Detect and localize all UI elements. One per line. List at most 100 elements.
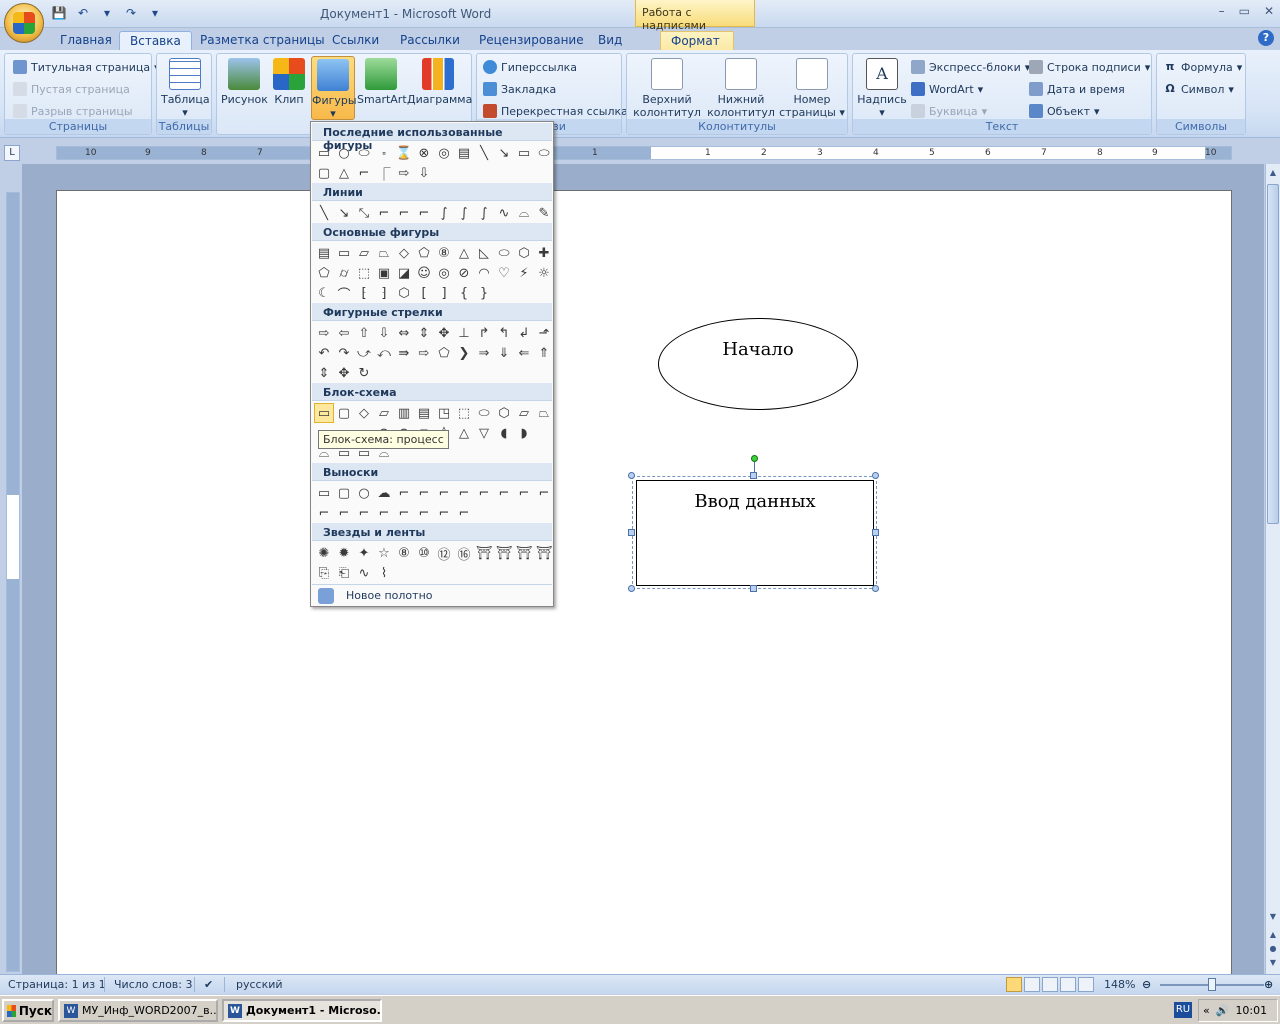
draft-view-icon[interactable] bbox=[1078, 977, 1094, 992]
symbol-button[interactable]: Ω Символ ▾ bbox=[1163, 80, 1234, 98]
shape-option-icon[interactable]: ❯ bbox=[454, 343, 474, 363]
shape-option-icon[interactable]: ⬡ bbox=[394, 283, 414, 303]
shape-option-icon[interactable]: ◪ bbox=[394, 263, 414, 283]
tab-insert[interactable]: Вставка bbox=[119, 31, 192, 50]
ellipse-text[interactable]: Начало bbox=[659, 339, 857, 360]
shape-option-icon[interactable]: ⬡ bbox=[514, 243, 534, 263]
shape-option-icon[interactable]: ↻ bbox=[354, 363, 374, 383]
shape-option-icon[interactable]: ⇓ bbox=[494, 343, 514, 363]
shape-option-icon[interactable]: ⤺ bbox=[374, 343, 394, 363]
shape-option-icon[interactable]: ⇕ bbox=[414, 323, 434, 343]
shape-option-icon[interactable]: ▢ bbox=[314, 163, 334, 183]
shape-option-icon[interactable]: ⛩ bbox=[474, 543, 494, 563]
shape-option-icon[interactable]: ⌐ bbox=[494, 483, 514, 503]
shape-option-icon[interactable]: ⇧ bbox=[354, 323, 374, 343]
shape-option-icon[interactable]: ⌇ bbox=[374, 563, 394, 583]
shape-option-icon[interactable]: ⎾ bbox=[374, 163, 394, 183]
shape-option-icon[interactable]: ▣ bbox=[374, 263, 394, 283]
word-count[interactable]: Число слов: 3 bbox=[114, 978, 193, 991]
shape-option-icon[interactable]: ▤ bbox=[454, 143, 474, 163]
resize-handle-s[interactable] bbox=[750, 585, 757, 592]
shape-option-icon[interactable]: ▤ bbox=[314, 243, 334, 263]
shape-option-icon[interactable]: ⚡ bbox=[514, 263, 534, 283]
shape-option-icon[interactable]: ✚ bbox=[534, 243, 554, 263]
tab-references[interactable]: Ссылки bbox=[322, 31, 389, 50]
shape-option-icon[interactable]: ⌓ bbox=[514, 203, 534, 223]
scroll-up-icon[interactable]: ▲ bbox=[1268, 168, 1278, 177]
shape-option-icon[interactable]: ✹ bbox=[334, 543, 354, 563]
shape-option-icon[interactable]: ⬞ bbox=[374, 143, 394, 163]
ellipse-shape[interactable]: Начало bbox=[658, 318, 858, 410]
process-shape[interactable]: Ввод данных bbox=[636, 480, 874, 586]
minimize-button[interactable]: – bbox=[1219, 4, 1225, 18]
shape-option-icon[interactable]: ◠ bbox=[474, 263, 494, 283]
shape-option-icon[interactable]: ✥ bbox=[434, 323, 454, 343]
tab-page-layout[interactable]: Разметка страницы bbox=[190, 31, 335, 50]
shape-option-icon[interactable]: ◎ bbox=[434, 263, 454, 283]
shape-option-icon[interactable]: ↷ bbox=[334, 343, 354, 363]
shape-option-icon[interactable]: ⌐ bbox=[394, 503, 414, 523]
shape-option-icon[interactable]: ◖ bbox=[494, 423, 514, 443]
shape-option-icon[interactable]: ⛩ bbox=[514, 543, 534, 563]
shape-option-icon[interactable]: ∫ bbox=[474, 203, 494, 223]
resize-handle-ne[interactable] bbox=[872, 472, 879, 479]
shape-option-icon[interactable]: ◇ bbox=[394, 243, 414, 263]
shape-option-icon[interactable]: ✦ bbox=[354, 543, 374, 563]
shape-option-icon[interactable]: ⌭ bbox=[334, 263, 354, 283]
taskbar-item-manual[interactable]: W МУ_Инф_WORD2007_в... bbox=[58, 999, 218, 1022]
shape-option-icon[interactable]: ▭ bbox=[334, 243, 354, 263]
shape-option-icon[interactable]: ⬭ bbox=[534, 143, 554, 163]
shape-option-icon[interactable]: ⌐ bbox=[354, 503, 374, 523]
shape-option-icon[interactable]: ∿ bbox=[494, 203, 514, 223]
tab-view[interactable]: Вид bbox=[588, 31, 632, 50]
shape-option-icon[interactable]: ⌐ bbox=[314, 503, 334, 523]
shape-option-icon[interactable]: ⇔ bbox=[394, 323, 414, 343]
resize-handle-sw[interactable] bbox=[628, 585, 635, 592]
chart-button[interactable]: Диаграмма bbox=[407, 56, 472, 120]
shape-option-icon[interactable]: ⏢ bbox=[534, 403, 554, 423]
shape-option-icon[interactable]: ∿ bbox=[354, 563, 374, 583]
shape-option-icon[interactable]: ⌐ bbox=[334, 503, 354, 523]
shape-option-icon[interactable]: ✎ bbox=[534, 203, 554, 223]
undo-icon[interactable]: ↶ bbox=[74, 5, 92, 21]
shape-option-icon[interactable]: ✥ bbox=[334, 363, 354, 383]
shape-option-icon[interactable]: ⌐ bbox=[374, 203, 394, 223]
start-button[interactable]: Пуск bbox=[2, 999, 54, 1022]
shape-option-icon[interactable]: ↶ bbox=[314, 343, 334, 363]
tab-selector[interactable]: L bbox=[4, 145, 20, 161]
shape-option-icon[interactable]: ∫ bbox=[454, 203, 474, 223]
shape-option-icon[interactable]: ⑧ bbox=[434, 243, 454, 263]
footer-button[interactable]: Нижнийколонтитул ▾ bbox=[705, 56, 777, 132]
shapes-button[interactable]: Фигуры ▾ bbox=[311, 56, 357, 120]
shape-option-icon[interactable]: ⑩ bbox=[414, 543, 434, 563]
shape-option-icon[interactable]: ⬚ bbox=[354, 263, 374, 283]
shape-option-icon[interactable]: ⇕ bbox=[314, 363, 334, 383]
zoom-level[interactable]: 148% bbox=[1104, 978, 1135, 991]
office-button[interactable] bbox=[4, 3, 44, 43]
shape-option-icon[interactable]: ⬭ bbox=[354, 143, 374, 163]
shape-option-icon[interactable]: ╲ bbox=[314, 203, 334, 223]
shape-option-icon[interactable]: ⇨ bbox=[314, 323, 334, 343]
shape-option-icon[interactable]: [ bbox=[414, 283, 434, 303]
shape-option-icon[interactable]: ⏥ bbox=[514, 403, 534, 423]
clock[interactable]: 10:01 bbox=[1235, 1004, 1267, 1017]
zoom-slider-thumb[interactable] bbox=[1208, 978, 1216, 991]
scroll-thumb[interactable] bbox=[1267, 184, 1279, 524]
shape-option-icon[interactable]: ▱ bbox=[354, 243, 374, 263]
zoom-out-icon[interactable]: ⊖ bbox=[1142, 978, 1151, 991]
proofing-icon[interactable]: ✔ bbox=[204, 978, 213, 991]
shape-option-icon[interactable]: ▭ bbox=[314, 403, 334, 423]
shape-option-icon[interactable]: ↘ bbox=[494, 143, 514, 163]
shape-option-icon[interactable]: ⇩ bbox=[414, 163, 434, 183]
resize-handle-w[interactable] bbox=[628, 529, 635, 536]
bookmark-button[interactable]: Закладка bbox=[483, 80, 556, 98]
prev-page-icon[interactable]: ▲ bbox=[1268, 930, 1278, 939]
shape-option-icon[interactable]: ◇ bbox=[354, 403, 374, 423]
shape-option-icon[interactable]: ⛩ bbox=[534, 543, 554, 563]
shape-option-icon[interactable]: ↰ bbox=[494, 323, 514, 343]
shape-option-icon[interactable]: ⌐ bbox=[394, 203, 414, 223]
signature-line-button[interactable]: Строка подписи ▾ bbox=[1029, 58, 1150, 76]
shape-option-icon[interactable]: ⌐ bbox=[434, 503, 454, 523]
shape-option-icon[interactable]: ⇒ bbox=[474, 343, 494, 363]
cross-reference-button[interactable]: Перекрестная ссылка bbox=[483, 102, 628, 120]
